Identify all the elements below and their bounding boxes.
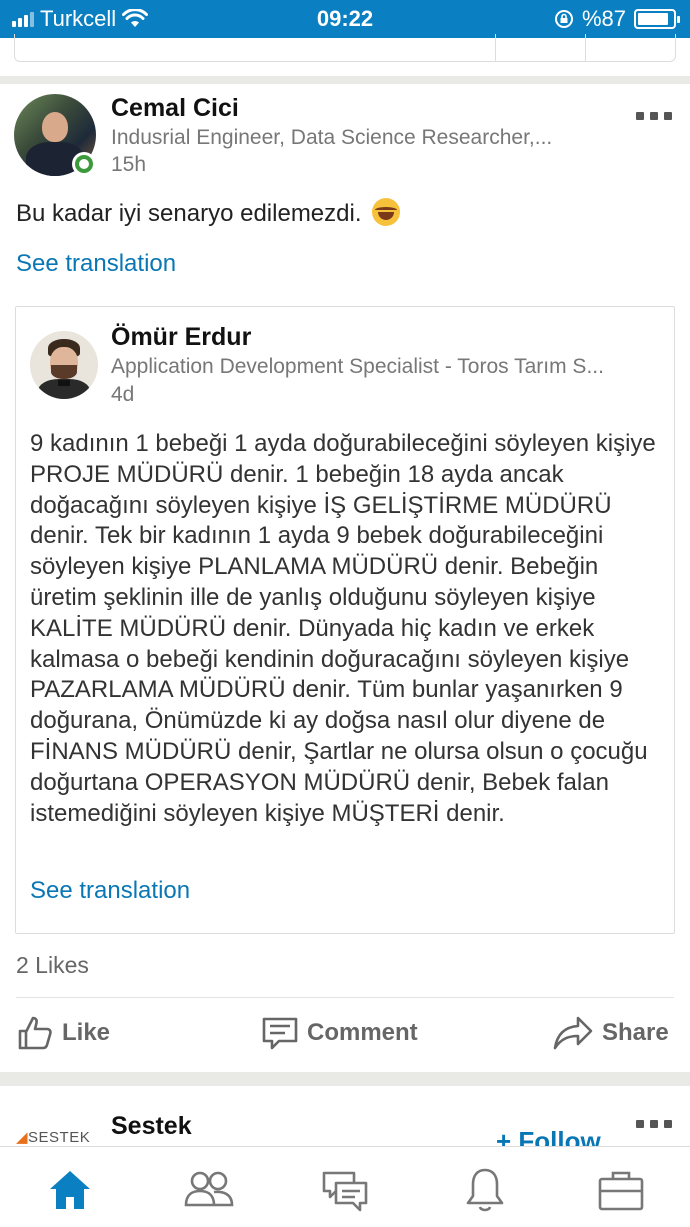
- status-right: %87: [554, 6, 680, 32]
- battery-percent: %87: [581, 6, 626, 31]
- divider: [16, 997, 674, 998]
- rotation-lock-icon: [554, 10, 573, 28]
- comment-label: Comment: [307, 1019, 418, 1046]
- status-bar: Turkcell 09:22 %87: [0, 0, 690, 38]
- author-name[interactable]: Cemal Cici: [111, 94, 239, 123]
- shared-post[interactable]: Ömür Erdur Application Development Speci…: [15, 306, 675, 934]
- feed-post: Cemal Cici Indusrial Engineer, Data Scie…: [0, 84, 690, 1072]
- shared-author-avatar[interactable]: [30, 331, 98, 399]
- post-text-row: Bu kadar iyi senaryo edilemezdi.: [16, 198, 401, 228]
- battery-icon: [634, 9, 680, 29]
- network-icon[interactable]: [180, 1165, 234, 1215]
- share-icon: [553, 1016, 593, 1050]
- company-logo[interactable]: ◢SESTEK: [16, 1128, 90, 1146]
- comment-button[interactable]: Comment: [261, 1004, 418, 1062]
- company-logo-text: SESTEK: [28, 1129, 91, 1146]
- author-headline: Indusrial Engineer, Data Science Researc…: [111, 126, 553, 149]
- company-name[interactable]: Sestek: [111, 1112, 192, 1141]
- online-status-icon: [72, 152, 96, 176]
- follow-button[interactable]: + Follow: [496, 1126, 601, 1146]
- jobs-icon[interactable]: [596, 1165, 646, 1215]
- more-options-icon[interactable]: [636, 112, 672, 120]
- messaging-icon[interactable]: [320, 1165, 370, 1215]
- shared-author-headline: Application Development Specialist - Tor…: [111, 355, 604, 378]
- comment-icon: [262, 1017, 298, 1050]
- shared-post-text: 9 kadının 1 bebeği 1 ayda doğurabileceği…: [30, 430, 656, 827]
- post-time: 15h: [111, 153, 147, 176]
- shared-post-time: 4d: [111, 383, 135, 406]
- like-button[interactable]: Like: [16, 1004, 110, 1062]
- shared-see-translation-link[interactable]: See translation: [30, 877, 190, 905]
- previous-post-actions: [14, 34, 676, 62]
- laughing-emoji-icon: [372, 198, 401, 226]
- next-more-options-icon[interactable]: [636, 1120, 672, 1128]
- notifications-icon[interactable]: [460, 1165, 510, 1215]
- like-label: Like: [62, 1019, 111, 1046]
- shared-author-name[interactable]: Ömür Erdur: [111, 323, 251, 352]
- next-feed-post: ◢SESTEK Sestek + Follow: [0, 1086, 690, 1146]
- likes-count[interactable]: 2 Likes: [16, 952, 89, 979]
- share-button[interactable]: Share: [552, 1004, 669, 1062]
- see-translation-link[interactable]: See translation: [16, 250, 176, 278]
- thumbs-up-icon: [18, 1016, 52, 1050]
- post-text: Bu kadar iyi senaryo edilemezdi.: [16, 200, 362, 227]
- home-icon[interactable]: [45, 1165, 95, 1215]
- previous-post-footer: [0, 34, 690, 76]
- share-label: Share: [602, 1019, 669, 1046]
- bottom-navigation: [0, 1146, 690, 1227]
